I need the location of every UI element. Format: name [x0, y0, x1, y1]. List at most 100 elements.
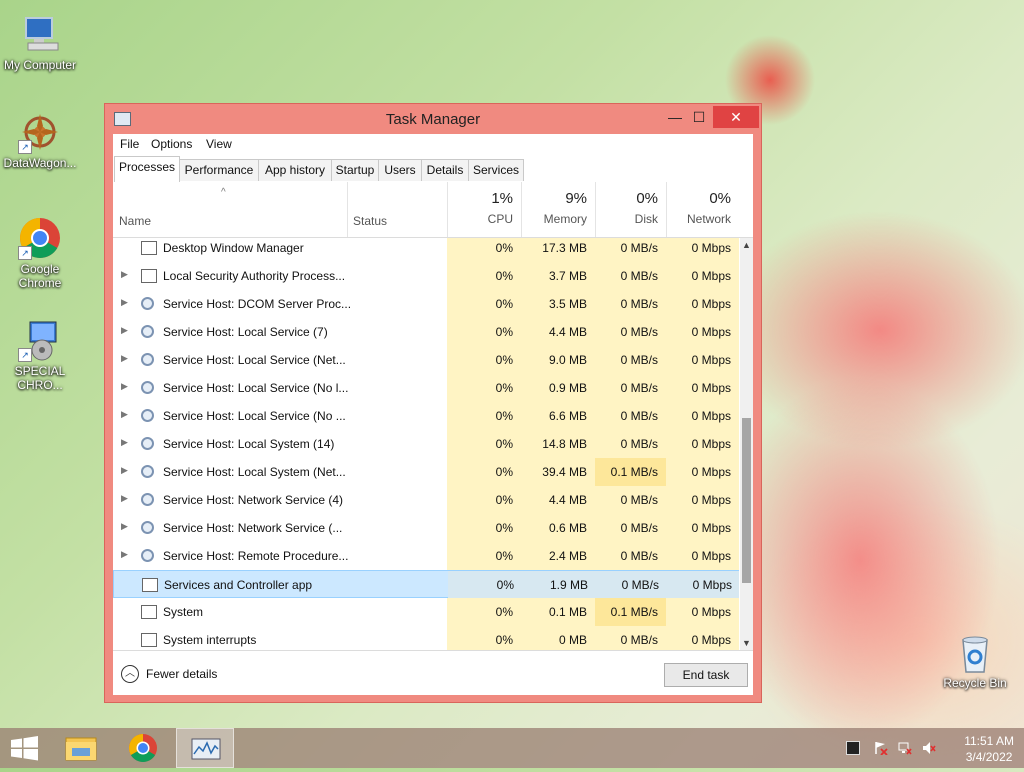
menu-view[interactable]: View	[206, 137, 232, 151]
expand-arrow-icon[interactable]: ▶	[121, 353, 128, 364]
cpu-value: 0%	[495, 353, 513, 367]
tab-processes[interactable]: Processes	[114, 156, 180, 182]
start-button[interactable]	[0, 728, 58, 768]
cpu-cell: 0%	[447, 430, 521, 458]
process-row[interactable]: ▶ Service Host: Local Service (Net... 0% 9.…	[113, 346, 739, 374]
file-explorer-button[interactable]	[52, 728, 110, 768]
scroll-up-icon[interactable]: ▲	[740, 238, 753, 252]
desktop-icon-datawagon[interactable]: ↗ DataWagon...	[0, 110, 80, 170]
expand-arrow-icon[interactable]: ▶	[121, 437, 128, 448]
recycle-bin-icon	[953, 630, 997, 674]
sort-caret-icon: ^	[221, 187, 226, 198]
process-row[interactable]: Services and Controller app 0% 1.9 MB 0 MB/…	[113, 570, 739, 599]
tab-services[interactable]: Services	[468, 159, 524, 181]
installer-icon: ↗	[18, 318, 62, 362]
memory-value: 0 MB	[558, 633, 587, 647]
process-row[interactable]: Desktop Window Manager 0% 17.3 MB 0 MB/s 0 M…	[113, 238, 739, 262]
scroll-down-icon[interactable]: ▼	[740, 636, 753, 650]
disk-cell: 0.1 MB/s	[595, 458, 666, 486]
process-row[interactable]: ▶ Service Host: DCOM Server Proc... 0% 3.5 …	[113, 290, 739, 318]
maximize-button[interactable]: ☐	[685, 106, 713, 128]
tab-users[interactable]: Users	[378, 159, 422, 181]
process-row[interactable]: ▶ Service Host: Local Service (No ... 0% 6.…	[113, 402, 739, 430]
process-row[interactable]: ▶ Local Security Authority Process... 0% 3.…	[113, 262, 739, 290]
network-value: 0 Mbps	[691, 521, 731, 535]
process-row[interactable]: ▶ Service Host: Local System (Net... 0% 39.…	[113, 458, 739, 486]
process-name: Service Host: Local System (14)	[163, 437, 335, 451]
scrollbar-thumb[interactable]	[742, 418, 751, 583]
tab-app-history[interactable]: App history	[258, 159, 332, 181]
disk-value: 0 MB/s	[620, 409, 658, 423]
process-row[interactable]: ▶ Service Host: Network Service (... 0% 0.6…	[113, 514, 739, 542]
expand-arrow-icon[interactable]: ▶	[121, 521, 128, 532]
disk-cell: 0 MB/s	[595, 626, 666, 650]
expand-arrow-icon[interactable]: ▶	[121, 465, 128, 476]
disk-cell: 0 MB/s	[595, 290, 666, 318]
menu-file[interactable]: File	[120, 137, 139, 151]
action-center-icon[interactable]	[846, 741, 860, 755]
process-name: Desktop Window Manager	[163, 241, 304, 255]
expand-arrow-icon[interactable]: ▶	[121, 325, 128, 336]
expand-arrow-icon[interactable]: ▶	[121, 381, 128, 392]
close-button[interactable]: ✕	[713, 106, 759, 128]
column-name[interactable]: ^ Name	[113, 182, 348, 237]
process-row[interactable]: ▶ Service Host: Local System (14) 0% 14.8 M…	[113, 430, 739, 458]
memory-cell: 4.4 MB	[521, 486, 595, 514]
desktop-icon-special-chro[interactable]: ↗ SPECIAL CHRO...	[0, 318, 80, 392]
service-gear-icon	[141, 549, 154, 562]
cpu-value: 0%	[495, 241, 513, 255]
cpu-value: 0%	[495, 549, 513, 563]
chrome-icon	[129, 734, 157, 762]
desktop-icon-label: Recycle Bin	[943, 676, 1007, 690]
process-row[interactable]: ▶ Service Host: Network Service (4) 0% 4.4 …	[113, 486, 739, 514]
process-row[interactable]: System interrupts 0% 0 MB 0 MB/s 0 Mbps	[113, 626, 739, 650]
cpu-cell: 0%	[447, 542, 521, 570]
task-manager-taskbar-button[interactable]	[176, 728, 234, 768]
column-disk[interactable]: 0% Disk	[595, 182, 667, 237]
column-status[interactable]: Status	[347, 182, 448, 237]
column-memory[interactable]: 9% Memory	[521, 182, 596, 237]
process-row[interactable]: ▶ Service Host: Local Service (7) 0% 4.4 MB…	[113, 318, 739, 346]
memory-value: 4.4 MB	[548, 325, 587, 339]
process-list: Desktop Window Manager 0% 17.3 MB 0 MB/s 0 M…	[113, 238, 739, 650]
service-gear-icon	[141, 521, 154, 534]
process-window-icon	[141, 605, 157, 619]
desktop-icon-my-computer[interactable]: My Computer	[0, 12, 80, 72]
vertical-scrollbar[interactable]: ▲ ▼	[740, 238, 753, 650]
desktop-icon-recycle-bin[interactable]: Recycle Bin	[935, 630, 1015, 690]
process-row[interactable]: ▶ Service Host: Local Service (No l... 0% 0…	[113, 374, 739, 402]
expand-arrow-icon[interactable]: ▶	[121, 297, 128, 308]
network-value: 0 Mbps	[691, 297, 731, 311]
expand-arrow-icon[interactable]: ▶	[121, 269, 128, 280]
tab-performance[interactable]: Performance	[179, 159, 259, 181]
process-row[interactable]: ▶ Service Host: Remote Procedure... 0% 2.4 …	[113, 542, 739, 570]
clock[interactable]: 11:51 AM 3/4/2022	[964, 733, 1014, 765]
end-task-button[interactable]: End task	[664, 663, 748, 687]
service-gear-icon	[141, 493, 154, 506]
network-icon[interactable]	[898, 741, 912, 755]
column-network[interactable]: 0% Network	[666, 182, 739, 237]
desktop-icon-google-chrome[interactable]: ↗ Google Chrome	[0, 216, 80, 290]
tab-startup[interactable]: Startup	[331, 159, 379, 181]
cpu-cell: 0%	[447, 346, 521, 374]
tab-details[interactable]: Details	[421, 159, 469, 181]
column-cpu[interactable]: 1% CPU	[447, 182, 522, 237]
service-gear-icon	[141, 381, 154, 394]
process-row[interactable]: System 0% 0.1 MB 0.1 MB/s 0 Mbps	[113, 598, 739, 626]
footer: ︿ Fewer details End task	[113, 650, 753, 695]
cpu-value: 0%	[495, 521, 513, 535]
volume-muted-icon[interactable]	[922, 741, 936, 755]
network-total: 0%	[709, 190, 731, 207]
disk-value: 0 MB/s	[620, 521, 658, 535]
chrome-taskbar-button[interactable]	[114, 728, 172, 768]
memory-value: 14.8 MB	[542, 437, 587, 451]
expand-arrow-icon[interactable]: ▶	[121, 493, 128, 504]
cpu-value: 0%	[495, 465, 513, 479]
desktop-icon-label: SPECIAL CHRO...	[14, 364, 66, 392]
flag-icon[interactable]	[874, 741, 888, 756]
expand-arrow-icon[interactable]: ▶	[121, 549, 128, 560]
memory-total: 9%	[565, 190, 587, 207]
menu-options[interactable]: Options	[151, 137, 192, 151]
title-bar[interactable]: Task Manager — ☐ ✕	[105, 104, 761, 134]
expand-arrow-icon[interactable]: ▶	[121, 409, 128, 420]
